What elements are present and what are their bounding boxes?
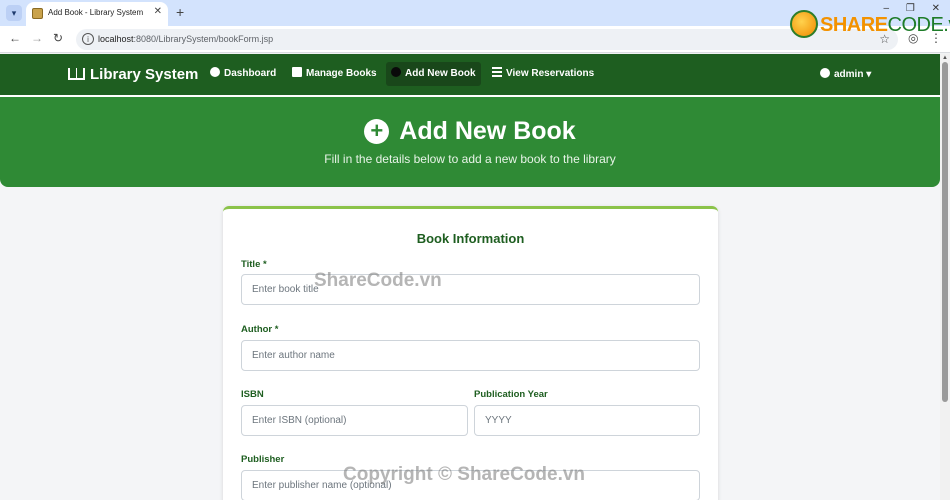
page-viewport: Library System Dashboard Manage Books Ad… (0, 54, 940, 500)
nav-item-manage-books[interactable]: Manage Books (287, 62, 382, 86)
page-title: + Add New Book (0, 117, 940, 146)
app-navbar: Library System Dashboard Manage Books Ad… (0, 54, 940, 95)
publisher-label: Publisher (241, 454, 285, 465)
scroll-up-icon[interactable]: ▲ (942, 55, 948, 61)
open-book-icon (68, 68, 85, 80)
plus-circle-icon (391, 67, 401, 77)
page-scrollbar[interactable]: ▲ (940, 54, 950, 500)
window-close-icon[interactable]: ✕ (932, 3, 940, 14)
reload-icon[interactable]: ↻ (53, 31, 63, 45)
forward-arrow-icon[interactable]: → (31, 31, 43, 45)
book-icon (292, 67, 302, 77)
author-input[interactable] (241, 340, 700, 371)
title-input[interactable] (241, 274, 700, 305)
publisher-input[interactable] (241, 470, 700, 500)
list-icon (492, 67, 502, 77)
user-menu-dropdown[interactable]: admin ▾ (820, 68, 871, 80)
new-tab-icon[interactable]: + (176, 4, 184, 20)
author-label: Author * (241, 324, 279, 335)
restore-icon[interactable]: ❐ (906, 3, 915, 14)
brand-link[interactable]: Library System (68, 66, 198, 83)
site-info-icon[interactable]: i (82, 33, 94, 45)
tab-title: Add Book - Library System (48, 8, 144, 17)
publication-year-input[interactable] (474, 405, 700, 436)
sharecode-badge-icon (790, 10, 818, 38)
plus-circle-icon: + (364, 119, 390, 144)
url-text[interactable]: localhost:8080/LibrarySystem/bookForm.js… (98, 34, 273, 44)
window-controls: – ❐ ✕ (870, 3, 940, 14)
tab-close-icon[interactable]: ✕ (154, 6, 162, 17)
back-arrow-icon[interactable]: ← (9, 31, 21, 45)
dashboard-icon (210, 67, 220, 77)
sharecode-logo-text: SHARECODE.vn (820, 14, 950, 36)
nav-item-add-new-book[interactable]: Add New Book (386, 62, 481, 86)
address-bar[interactable]: i localhost:8080/LibrarySystem/bookForm.… (76, 29, 898, 50)
title-label: Title * (241, 259, 267, 270)
caret-down-icon: ▾ (866, 69, 872, 80)
form-heading: Book Information (416, 231, 525, 246)
user-circle-icon (820, 68, 830, 78)
browser-tab[interactable]: Add Book - Library System ✕ (26, 2, 168, 26)
scrollbar-thumb[interactable] (942, 62, 948, 402)
page-subtitle: Fill in the details below to add a new b… (324, 152, 616, 166)
nav-item-dashboard[interactable]: Dashboard (205, 62, 281, 86)
minimize-icon[interactable]: – (884, 3, 890, 14)
book-form-card: Book Information Title * Author * ISBN P… (223, 206, 718, 500)
publication-year-label: Publication Year (474, 389, 548, 400)
nav-item-view-reservations[interactable]: View Reservations (487, 62, 599, 86)
tab-search-icon[interactable]: ▾ (6, 5, 22, 21)
isbn-input[interactable] (241, 405, 468, 436)
page-header: + Add New Book (0, 97, 940, 187)
isbn-label: ISBN (241, 389, 264, 400)
favicon-icon (32, 8, 43, 19)
